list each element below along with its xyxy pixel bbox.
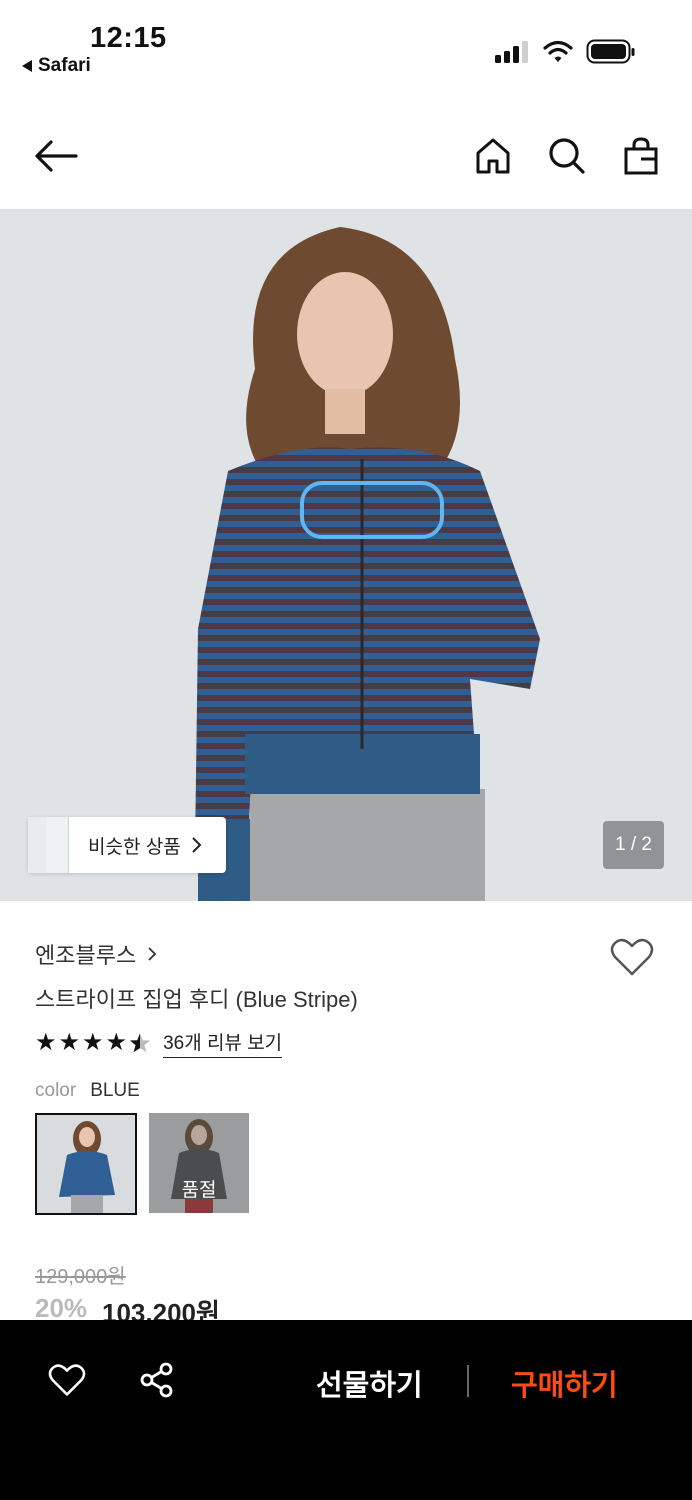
similar-thumb [46, 817, 69, 873]
battery-icon [586, 39, 635, 64]
back-to-app[interactable]: Safari [22, 55, 91, 77]
image-counter: 1 / 2 [603, 821, 664, 869]
color-value: BLUE [90, 1080, 140, 1101]
product-title: 스트라이프 집업 후디 (Blue Stripe) [35, 987, 358, 1012]
share-icon[interactable] [139, 1362, 175, 1398]
home-button[interactable] [469, 132, 517, 180]
arrow-left-icon [35, 140, 78, 172]
like-heart-icon[interactable] [48, 1363, 86, 1397]
color-swatch-soldout[interactable]: 품절 [149, 1113, 249, 1213]
color-row: color BLUE [35, 1080, 140, 1102]
swatch-photo [59, 1121, 115, 1213]
similar-products-button[interactable]: 비슷한 상품 [28, 817, 226, 873]
star-full-icon: ★ [105, 1029, 128, 1056]
similar-products-label: 비슷한 상품 [88, 836, 181, 858]
sold-out-label: 품절 [181, 1180, 217, 1201]
wifi-icon [543, 40, 573, 62]
brand-name: 엔조블루스 [35, 943, 137, 968]
similar-thumbnails [28, 817, 88, 873]
product-image[interactable] [0, 209, 692, 901]
cellular-signal-icon [495, 41, 528, 63]
star-full-icon: ★ [35, 1029, 57, 1056]
chevron-right-icon [148, 947, 157, 961]
back-triangle-icon [22, 60, 32, 72]
original-price: 129,000원 [35, 1266, 126, 1288]
reviews-link[interactable]: 36개 리뷰 보기 [163, 1028, 283, 1058]
wishlist-heart-icon[interactable] [610, 937, 654, 977]
buy-button[interactable]: 구매하기 [511, 1362, 618, 1404]
divider [467, 1365, 469, 1397]
home-icon [476, 138, 510, 174]
color-key: color [35, 1080, 77, 1101]
star-half-icon [129, 1033, 151, 1053]
search-button[interactable] [543, 132, 591, 180]
search-icon [549, 138, 585, 174]
cart-button[interactable] [617, 132, 665, 180]
star-full-icon: ★ [58, 1029, 81, 1056]
back-app-label: Safari [38, 55, 91, 76]
rating-row: ★ ★ ★ ★ 36개 리뷰 보기 [35, 1028, 283, 1058]
brand-link[interactable]: 엔조블루스 [35, 938, 158, 970]
model-photo [195, 227, 540, 901]
shopping-bag-icon [624, 137, 658, 175]
star-full-icon: ★ [82, 1029, 104, 1056]
color-swatch-blue[interactable] [35, 1113, 137, 1215]
back-button[interactable] [32, 132, 80, 180]
gift-button[interactable]: 선물하기 [316, 1362, 423, 1404]
chevron-right-icon [191, 837, 202, 853]
status-time: 12:15 [90, 22, 167, 54]
bottom-action-bar [0, 1320, 692, 1500]
